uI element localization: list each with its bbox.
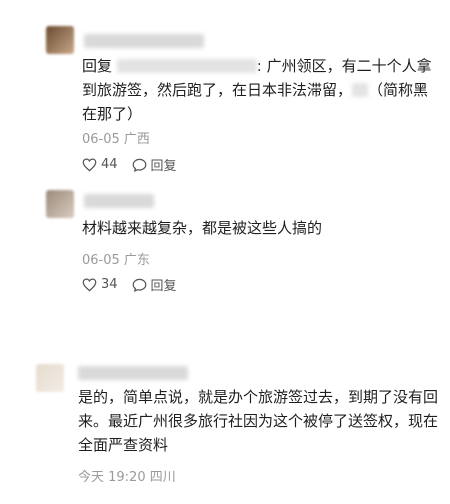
like-button[interactable]: 44 [82,157,118,172]
like-count: 44 [101,157,118,172]
avatar[interactable] [36,364,64,392]
comment-actions: 34 回复 [82,275,191,294]
comment-text: 材料越来越复杂，都是被这些人搞的 [82,219,323,237]
reply-button[interactable]: 回复 [132,275,177,294]
reply-label: 回复 [150,279,177,294]
comment-text: 是的，简单点说，就是办个旅游签过去，到期了没有回来。最近广州很多旅行社因为这个被… [78,388,439,454]
comment-3: 是的，简单点说，就是办个旅游签过去，到期了没有回来。最近广州很多旅行社因为这个被… [0,350,450,504]
reply-target-redacted[interactable] [116,59,257,73]
username-redacted[interactable] [78,366,188,380]
speech-bubble-icon [132,278,146,292]
reply-label: 回复 [150,159,177,174]
username-redacted[interactable] [84,34,204,48]
comment-2: 材料越来越复杂，都是被这些人搞的 06-05 广东 34 回复 [0,180,450,300]
reply-button[interactable]: 回复 [132,155,177,174]
speech-bubble-icon [132,158,146,172]
comment-text: 回复 : 广州领区，有二十个人拿到旅游签，然后跑了，在日本非法滞留， （简称黑在那… [82,54,432,126]
comment-1: 回复 : 广州领区，有二十个人拿到旅游签，然后跑了，在日本非法滞留， （简称黑在那… [0,0,450,180]
like-count: 34 [101,277,118,292]
comment-meta: 06-05 广西 [82,132,150,147]
username-redacted[interactable] [84,194,154,208]
heart-outline-icon [82,277,97,291]
heart-outline-icon [82,157,97,171]
avatar[interactable] [46,190,74,218]
reply-prefix: 回复 [82,57,113,75]
avatar[interactable] [46,26,74,54]
like-button[interactable]: 34 [82,277,118,292]
comment-meta: 今天 19:20 四川 [78,470,176,485]
comment-actions: 44 回复 [82,155,191,174]
text-redacted [352,83,369,97]
comment-meta: 06-05 广东 [82,253,150,268]
